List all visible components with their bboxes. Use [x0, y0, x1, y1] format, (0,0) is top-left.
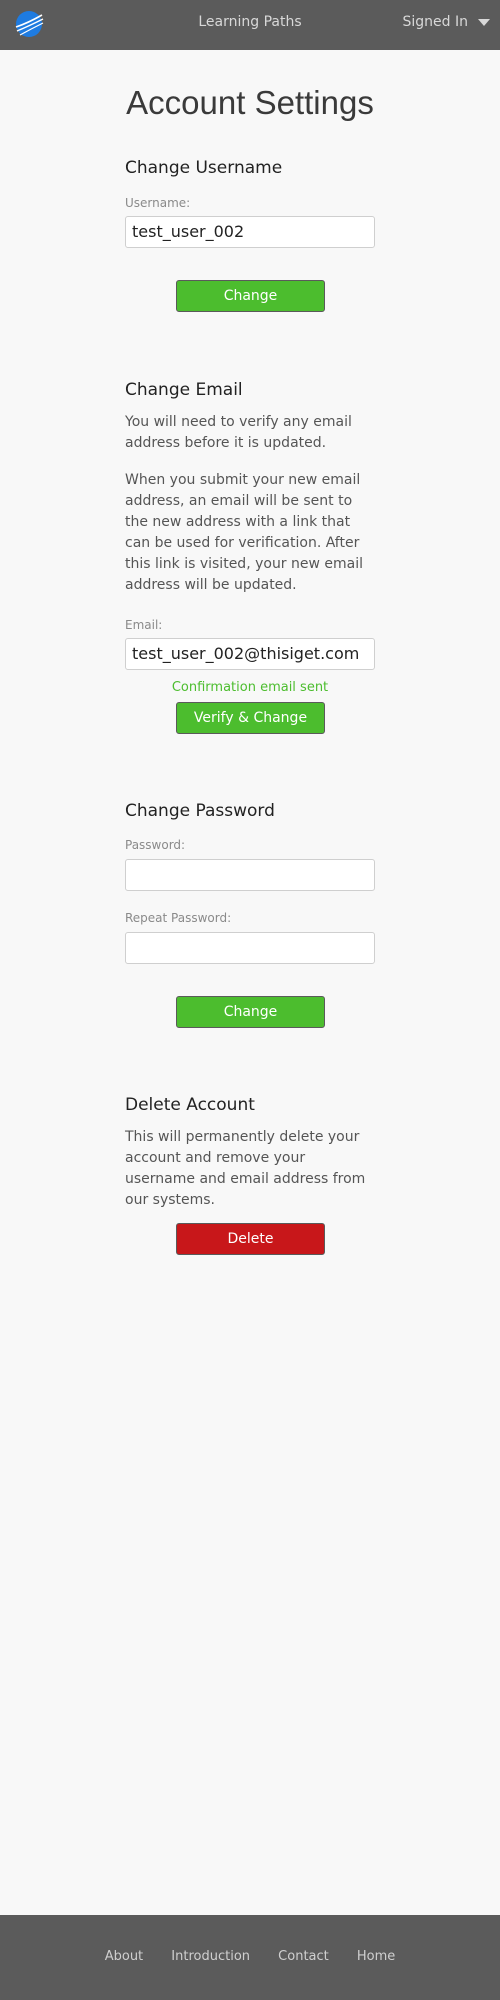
username-input[interactable]: test_user_002: [125, 216, 375, 248]
change-password-button[interactable]: Change: [176, 996, 325, 1028]
footer-link-about[interactable]: About: [105, 1949, 143, 1964]
repeat-password-input[interactable]: [125, 932, 375, 964]
navbar: Learning Paths Signed In: [0, 0, 500, 50]
change-username-button[interactable]: Change: [176, 280, 325, 312]
footer: About Introduction Contact Home: [0, 1915, 500, 2000]
delete-info-paragraph: This will permanently delete your accoun…: [125, 1129, 366, 1208]
password-label: Password:: [125, 838, 186, 852]
username-label: Username:: [125, 196, 191, 210]
section-title-delete: Delete Account: [125, 1095, 255, 1115]
delete-account-button[interactable]: Delete: [176, 1223, 325, 1255]
verify-change-email-button[interactable]: Verify & Change: [176, 702, 325, 734]
chevron-down-icon: [478, 18, 490, 26]
footer-link-introduction[interactable]: Introduction: [171, 1949, 250, 1964]
footer-link-contact[interactable]: Contact: [278, 1949, 329, 1964]
user-menu[interactable]: Signed In: [402, 14, 490, 30]
footer-links: About Introduction Contact Home: [0, 1949, 500, 1964]
email-info-paragraph-1: You will need to verify any email addres…: [125, 414, 352, 451]
page-title: Account Settings: [126, 84, 374, 121]
logo-icon[interactable]: [14, 9, 44, 39]
section-title-email: Change Email: [125, 380, 243, 400]
user-menu-label: Signed In: [402, 14, 469, 30]
repeat-password-label: Repeat Password:: [125, 911, 232, 925]
email-input[interactable]: test_user_002@thisiget.com: [125, 638, 375, 670]
section-title-password: Change Password: [125, 801, 275, 821]
footer-link-home[interactable]: Home: [357, 1949, 395, 1964]
password-input[interactable]: [125, 859, 375, 891]
status-message: Confirmation email sent: [171, 680, 329, 695]
email-label: Email:: [125, 618, 163, 632]
email-info-paragraph-2: When you submit your new email address, …: [125, 472, 364, 593]
section-title-username: Change Username: [125, 158, 283, 178]
